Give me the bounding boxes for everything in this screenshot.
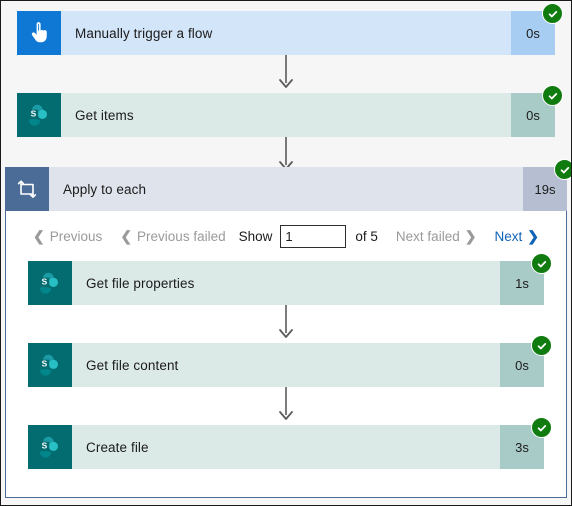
flow-step-card[interactable]: S Get file properties 1s [28,253,552,305]
flow-connector-arrow [28,305,544,343]
previous-failed-button[interactable]: ❮ Previous failed [111,229,234,244]
flow-connector-arrow [17,55,555,93]
show-label: Show [238,228,273,244]
sharepoint-icon: S [28,261,72,305]
svg-text:S: S [31,109,37,119]
next-label: Next [494,228,523,244]
scope-header-card[interactable]: Apply to each 19s [5,159,571,211]
status-badge-succeeded [542,85,563,106]
flow-step-name: Manually trigger a flow [75,25,213,41]
status-badge-succeeded [531,417,552,438]
chevron-right-icon: ❯ [527,228,539,244]
flow-connector-arrow [28,387,544,425]
sharepoint-icon: S [28,425,72,469]
status-badge-succeeded [531,335,552,356]
previous-label: Previous [49,228,103,244]
sharepoint-icon: S [28,343,72,387]
next-button[interactable]: Next ❯ [485,229,548,244]
previous-button[interactable]: ❮ Previous [24,229,111,244]
scope-name: Apply to each [63,181,147,197]
touch-trigger-icon [17,11,61,55]
previous-failed-label: Previous failed [137,228,226,244]
sharepoint-icon: S [17,93,61,137]
next-failed-button[interactable]: Next failed ❯ [387,229,486,244]
flow-step-name: Get file properties [86,275,195,291]
flow-step-card[interactable]: S Get file content 0s [28,335,552,387]
page-number-input[interactable] [280,224,347,248]
svg-text:S: S [42,441,48,451]
svg-text:S: S [42,359,48,369]
status-badge-succeeded [542,3,563,24]
status-badge-succeeded [554,159,571,180]
apply-to-each-icon [5,167,49,211]
flow-run-page: Manually trigger a flow 0s S Get items 0… [0,0,572,506]
flow-step-card[interactable]: Manually trigger a flow 0s [17,3,563,55]
chevron-left-icon: ❮ [120,228,133,244]
flow-step-name: Get file content [86,357,179,373]
chevron-left-icon: ❮ [33,228,45,244]
flow-step-name: Get items [75,107,134,123]
flow-step-card[interactable]: S Get items 0s [17,85,563,137]
next-failed-label: Next failed [395,228,460,244]
flow-steps-list: Manually trigger a flow 0s S Get items 0… [1,1,571,175]
page-total-label: of 5 [355,228,378,244]
flow-step-name: Create file [86,439,149,455]
flow-step-card[interactable]: S Create file 3s [28,417,552,469]
scope-content: ❮ Previous ❮ Previous failed Show of 5 N… [6,211,566,505]
iteration-pager: ❮ Previous ❮ Previous failed Show of 5 N… [28,211,544,261]
svg-text:S: S [42,277,48,287]
status-badge-succeeded [531,253,552,274]
chevron-right-icon: ❯ [464,228,477,244]
apply-to-each-container: Apply to each 19s ❮ Previous ❮ Previous … [5,159,571,498]
